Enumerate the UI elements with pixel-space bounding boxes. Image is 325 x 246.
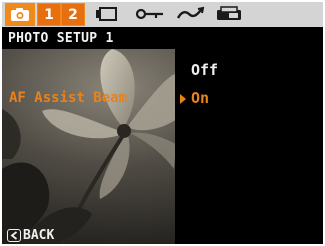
- selection-arrow-icon: [180, 94, 186, 104]
- back-arrow-icon: [7, 229, 21, 242]
- printer-icon: [217, 6, 241, 20]
- tab-bar: 1 2: [2, 2, 323, 27]
- tab-key[interactable]: [135, 6, 165, 26]
- option-on[interactable]: On: [191, 89, 209, 107]
- camera-screen: 1 2 PHOTO SETUP 1 AF Assist Beam Off On …: [2, 2, 323, 244]
- tab-group-photo-setup: 1 2: [37, 3, 85, 26]
- camera-icon: [11, 8, 29, 21]
- battery-icon: [96, 7, 117, 21]
- options-panel: Off On: [175, 49, 323, 244]
- key-icon: [135, 8, 163, 20]
- wave-icon: [176, 6, 205, 19]
- tab-wave[interactable]: [176, 6, 206, 26]
- page-title: PHOTO SETUP 1: [8, 31, 114, 46]
- tab-2[interactable]: 2: [62, 4, 84, 25]
- option-off[interactable]: Off: [191, 61, 218, 79]
- tab-camera[interactable]: [5, 3, 35, 26]
- tab-printer[interactable]: [216, 6, 242, 26]
- title-bar: PHOTO SETUP 1: [2, 27, 323, 49]
- menu-item-af-assist-beam[interactable]: AF Assist Beam: [9, 90, 127, 106]
- tab-1[interactable]: 1: [38, 4, 60, 25]
- back-button[interactable]: BACK: [7, 228, 54, 243]
- tab-battery[interactable]: [94, 6, 118, 26]
- back-label: BACK: [23, 228, 55, 243]
